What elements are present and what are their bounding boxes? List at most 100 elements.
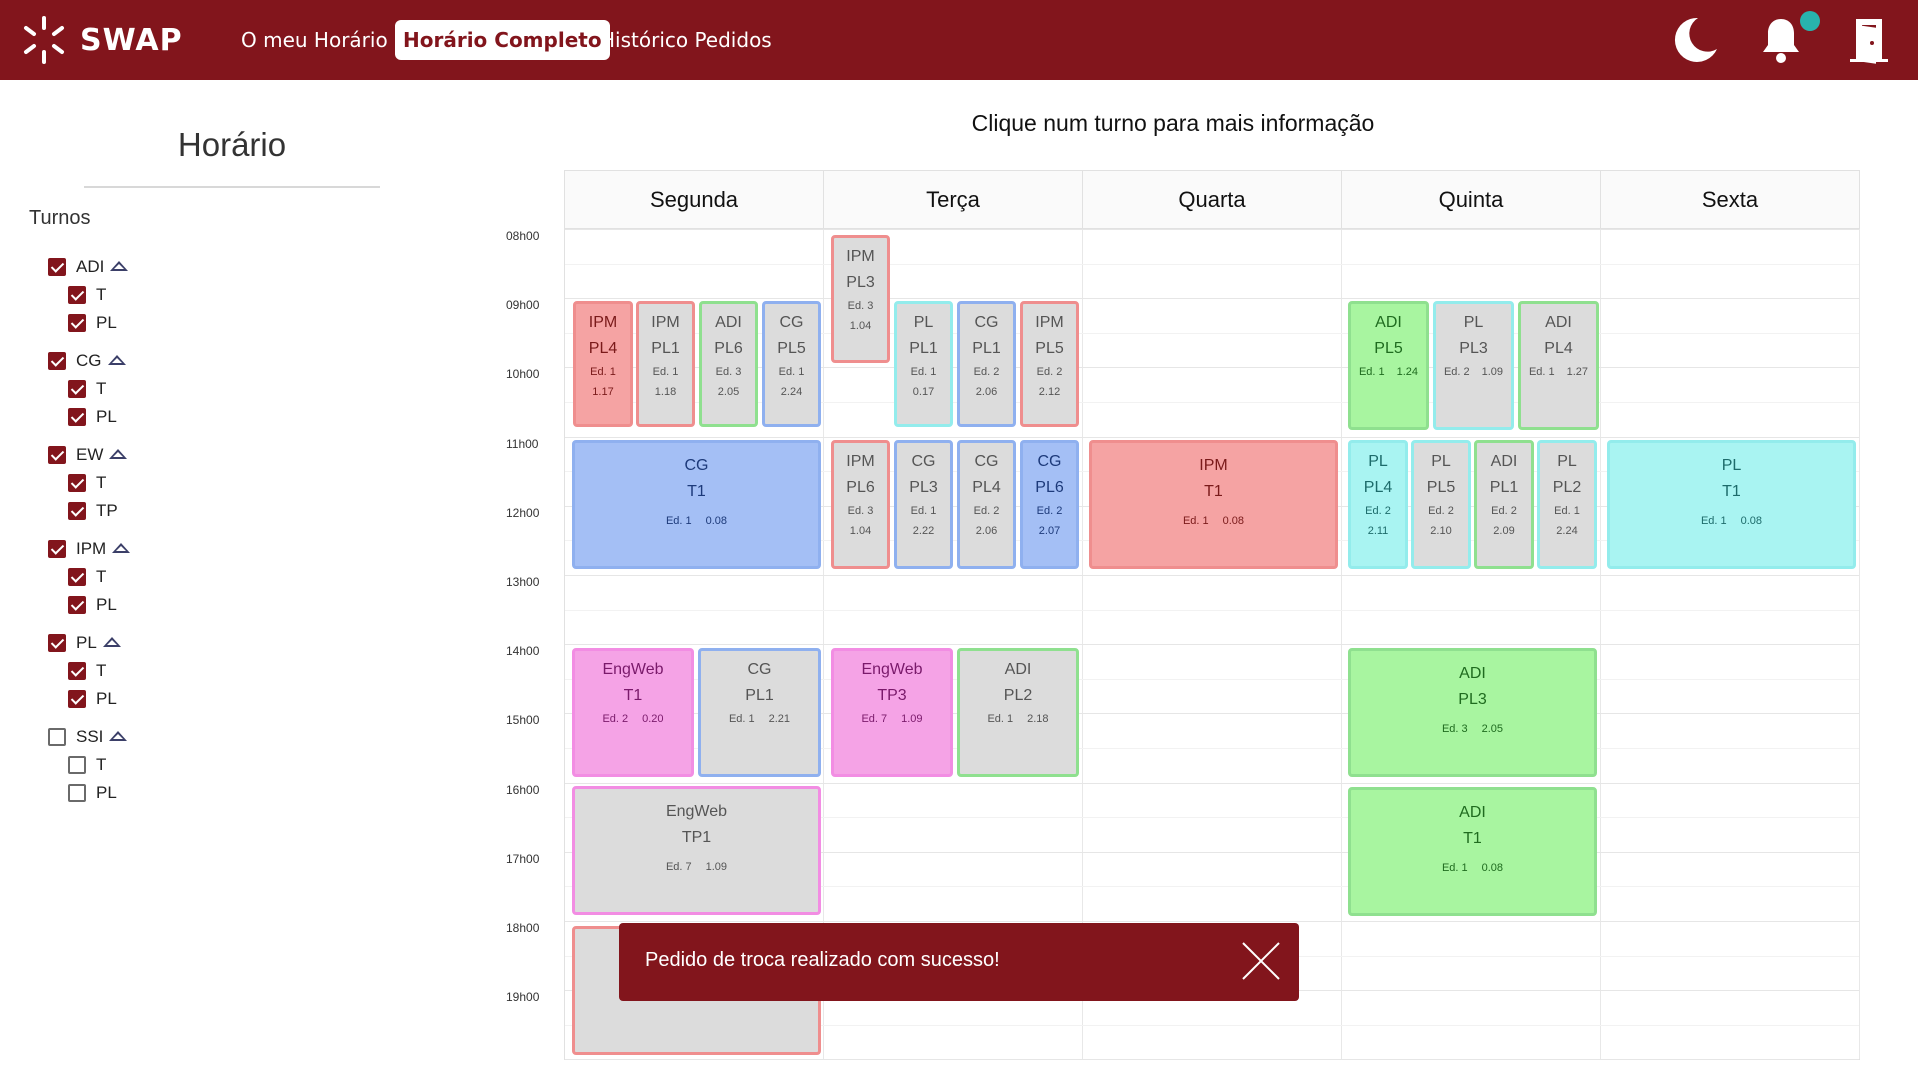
collapse-triangle-icon[interactable]	[107, 355, 126, 365]
collapse-triangle-icon[interactable]	[109, 449, 128, 459]
shift-checkbox[interactable]	[68, 690, 86, 708]
shift-filter-adi-t[interactable]: T	[68, 283, 106, 307]
course-checkbox[interactable]	[48, 728, 66, 746]
course-filter-ssi[interactable]: SSI	[48, 725, 128, 749]
shift-room: 2.06	[975, 525, 998, 537]
shift-block[interactable]: PL PL3 Ed. 2 1.09	[1433, 301, 1514, 430]
shift-filter-pl-pl[interactable]: PL	[68, 687, 117, 711]
shift-filter-ssi-t[interactable]: T	[68, 753, 106, 777]
shift-block[interactable]: CG PL4 Ed. 2 2.06	[957, 440, 1016, 569]
shift-code: PL3	[1459, 340, 1488, 357]
course-filter-ew[interactable]: EW	[48, 443, 128, 467]
shift-checkbox[interactable]	[68, 596, 86, 614]
shift-block[interactable]: CG PL5 Ed. 1 2.24	[762, 301, 821, 427]
shift-filter-ew-tp[interactable]: TP	[68, 499, 118, 523]
shift-block[interactable]: ADI PL2 Ed. 1 2.18	[957, 648, 1079, 777]
shift-block[interactable]: PL T1 Ed. 1 0.08	[1607, 440, 1856, 569]
shift-checkbox[interactable]	[68, 756, 86, 774]
course-filter-ipm[interactable]: IPM	[48, 537, 131, 561]
shift-block[interactable]: CG PL6 Ed. 2 2.07	[1020, 440, 1079, 569]
shift-block[interactable]: PL PL1 Ed. 1 0.17	[894, 301, 953, 427]
nav-link-my-schedule[interactable]: O meu Horário	[233, 20, 396, 60]
shift-checkbox[interactable]	[68, 784, 86, 802]
nav-link-full-schedule[interactable]: Horário Completo	[395, 20, 610, 60]
shift-block[interactable]: IPM T1 Ed. 1 0.08	[1089, 440, 1338, 569]
shift-course: EngWeb	[665, 803, 728, 820]
shift-block[interactable]: IPM PL6 Ed. 3 1.04	[831, 440, 890, 569]
course-checkbox[interactable]	[48, 258, 66, 276]
shift-course: CG	[974, 453, 999, 470]
shift-room: 0.08	[1222, 515, 1245, 527]
shift-block[interactable]: PL PL4 Ed. 2 2.11	[1348, 440, 1408, 569]
shift-checkbox[interactable]	[68, 502, 86, 520]
collapse-triangle-icon[interactable]	[102, 637, 121, 647]
shift-block[interactable]: CG T1 Ed. 1 0.08	[572, 440, 821, 569]
shift-code: PL4	[972, 479, 1001, 496]
day-header: Terça	[824, 171, 1083, 229]
nav-link-request-history[interactable]: Histórico Pedidos	[592, 20, 780, 60]
day-header: Segunda	[565, 171, 824, 229]
shift-block[interactable]: ADI PL1 Ed. 2 2.09	[1474, 440, 1534, 569]
shift-course: EngWeb	[861, 661, 923, 678]
grid-line	[565, 436, 1859, 438]
logout-door-icon[interactable]	[1842, 13, 1896, 67]
course-filter-adi[interactable]: ADI	[48, 255, 129, 279]
shift-block[interactable]: ADI PL4 Ed. 1 1.27	[1518, 301, 1599, 430]
time-label: 10h00	[506, 367, 540, 382]
toast-message: Pedido de troca realizado com sucesso!	[645, 949, 1000, 971]
shift-filter-ew-t[interactable]: T	[68, 471, 106, 495]
course-checkbox[interactable]	[48, 540, 66, 558]
course-filter-pl[interactable]: PL	[48, 631, 121, 655]
shift-checkbox[interactable]	[68, 380, 86, 398]
shift-course: CG	[684, 457, 709, 474]
shift-filter-ssi-pl[interactable]: PL	[68, 781, 117, 805]
shift-block[interactable]: IPM PL1 Ed. 1 1.18	[636, 301, 695, 427]
shift-block[interactable]: IPM PL5 Ed. 2 2.12	[1020, 301, 1079, 427]
shift-block[interactable]: IPM PL4 Ed. 1 1.17	[573, 301, 633, 427]
collapse-triangle-icon[interactable]	[109, 731, 128, 741]
course-checkbox[interactable]	[48, 446, 66, 464]
collapse-triangle-icon[interactable]	[110, 261, 129, 271]
course-checkbox[interactable]	[48, 634, 66, 652]
shift-block[interactable]: ADI PL5 Ed. 1 1.24	[1348, 301, 1429, 430]
moon-icon[interactable]	[1668, 13, 1722, 67]
shift-course: PL	[1431, 453, 1451, 470]
shift-block[interactable]: ADI PL6 Ed. 3 2.05	[699, 301, 758, 427]
shift-checkbox[interactable]	[68, 286, 86, 304]
shift-checkbox[interactable]	[68, 408, 86, 426]
logo-sun-icon	[24, 16, 64, 64]
shift-course: IPM	[1199, 457, 1228, 474]
shift-label: PL	[96, 689, 117, 708]
shift-building: Ed. 1	[910, 366, 937, 378]
course-filter-cg[interactable]: CG	[48, 349, 126, 373]
shift-checkbox[interactable]	[68, 474, 86, 492]
shift-block[interactable]: PL PL5 Ed. 2 2.10	[1411, 440, 1471, 569]
collapse-triangle-icon[interactable]	[112, 543, 131, 553]
shift-filter-cg-pl[interactable]: PL	[68, 405, 117, 429]
shift-block[interactable]: ADI PL3 Ed. 3 2.05	[1348, 648, 1597, 777]
shift-filter-pl-t[interactable]: T	[68, 659, 106, 683]
shift-code: PL2	[1003, 687, 1033, 704]
shift-block[interactable]: CG PL3 Ed. 1 2.22	[894, 440, 953, 569]
shift-block[interactable]: EngWeb TP1 Ed. 7 1.09	[572, 786, 821, 915]
shift-block[interactable]: ADI T1 Ed. 1 0.08	[1348, 787, 1597, 916]
shift-checkbox[interactable]	[68, 662, 86, 680]
shift-block[interactable]: IPM PL3 Ed. 3 1.04	[831, 235, 890, 363]
course-checkbox[interactable]	[48, 352, 66, 370]
time-label: 09h00	[506, 298, 540, 313]
shift-filter-cg-t[interactable]: T	[68, 377, 106, 401]
shift-block[interactable]: CG PL1 Ed. 2 2.06	[957, 301, 1016, 427]
shift-filter-ipm-pl[interactable]: PL	[68, 593, 117, 617]
app-logo[interactable]: SWAP	[18, 12, 183, 68]
shift-filter-adi-pl[interactable]: PL	[68, 311, 117, 335]
shift-block[interactable]: EngWeb T1 Ed. 2 0.20	[572, 648, 694, 777]
close-icon[interactable]	[1237, 937, 1285, 985]
time-label: 18h00	[506, 921, 540, 935]
shift-filter-ipm-t[interactable]: T	[68, 565, 106, 589]
shift-checkbox[interactable]	[68, 314, 86, 332]
shift-building: Ed. 1	[1441, 862, 1468, 874]
shift-block[interactable]: PL PL2 Ed. 1 2.24	[1537, 440, 1597, 569]
shift-block[interactable]: CG PL1 Ed. 1 2.21	[698, 648, 821, 777]
shift-block[interactable]: EngWeb TP3 Ed. 7 1.09	[831, 648, 953, 777]
shift-checkbox[interactable]	[68, 568, 86, 586]
